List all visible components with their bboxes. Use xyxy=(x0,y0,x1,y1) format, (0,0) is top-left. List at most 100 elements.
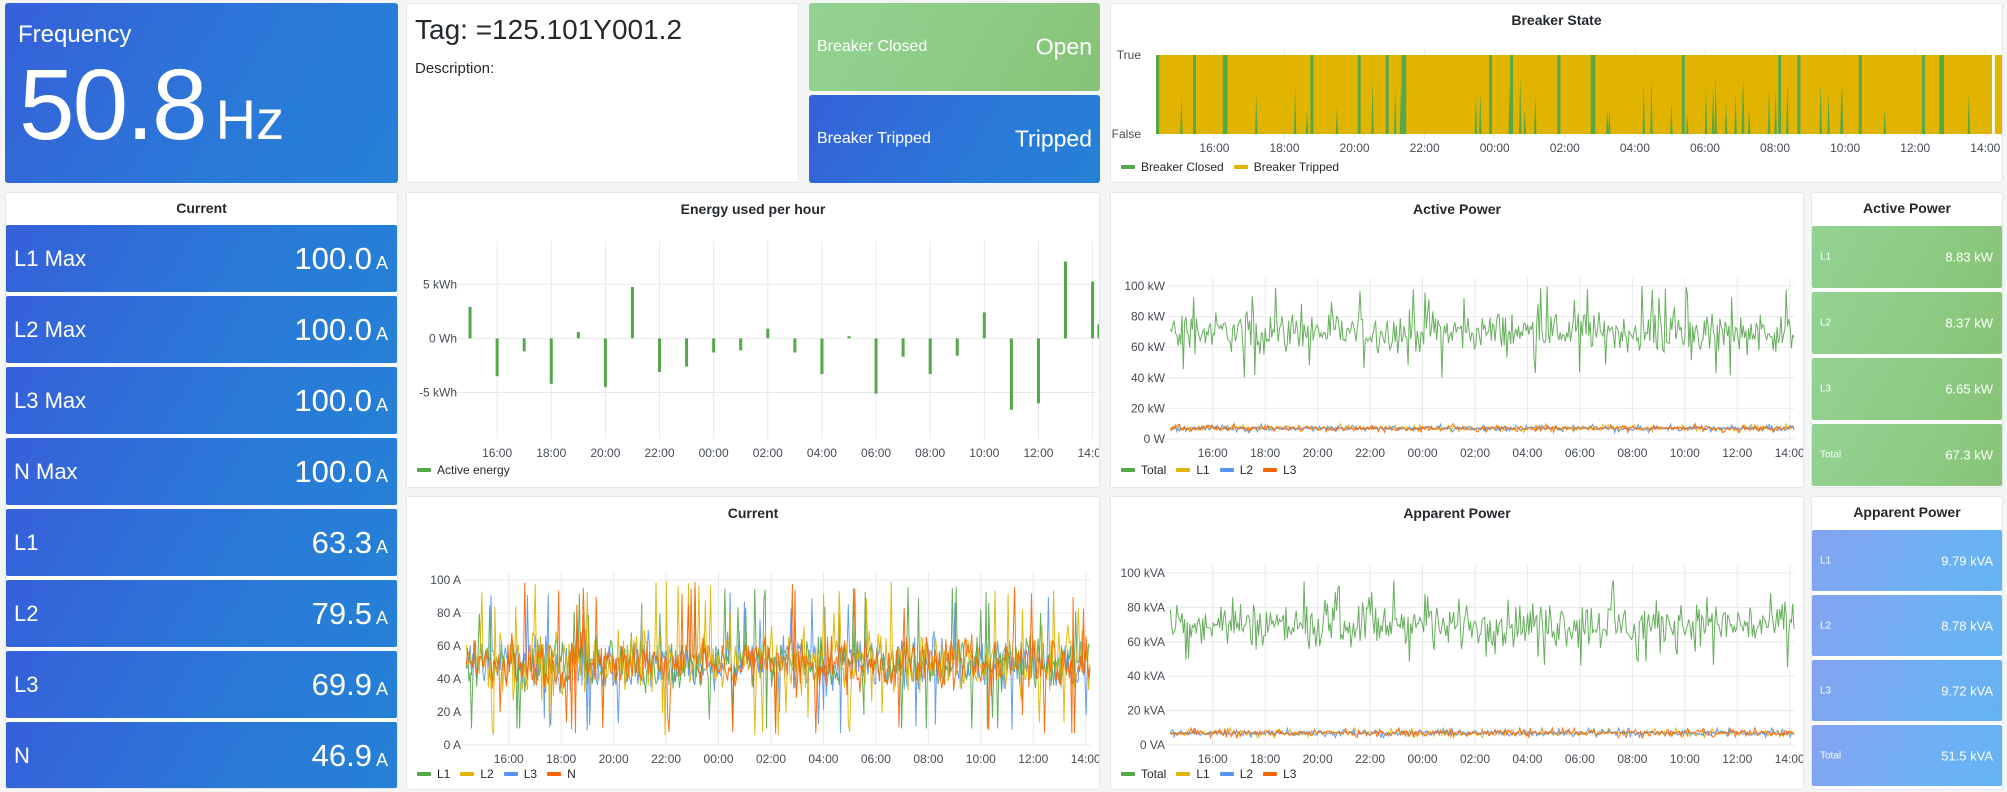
legend-item[interactable]: L1 xyxy=(1176,767,1210,781)
x-tick-label: 08:00 xyxy=(913,752,943,766)
energy-bar[interactable] xyxy=(495,338,499,377)
stat-l3[interactable]: L3 69.9 A xyxy=(6,651,397,718)
stat-l3[interactable]: L3 6.65 kW xyxy=(1812,358,2002,420)
x-tick-label: 06:00 xyxy=(861,752,891,766)
energy-bar[interactable] xyxy=(928,338,932,375)
x-tick-label: 16:00 xyxy=(1198,446,1228,460)
stat-n-max[interactable]: N Max 100.0 A xyxy=(6,438,397,505)
energy-bar[interactable] xyxy=(1064,261,1068,339)
energy-bar[interactable] xyxy=(468,307,472,339)
x-tick-label: 04:00 xyxy=(1512,752,1542,766)
stat-value: 63.3 A xyxy=(312,525,388,561)
series-line-total[interactable] xyxy=(1169,580,1795,668)
legend-item[interactable]: N xyxy=(547,767,576,781)
legend-item[interactable]: Total xyxy=(1121,767,1166,781)
energy-bar[interactable] xyxy=(685,338,689,367)
stat-unit: A xyxy=(375,749,388,770)
stat-number: 100.0 xyxy=(294,311,372,347)
energy-bar[interactable] xyxy=(874,338,878,394)
x-tick-label: 06:00 xyxy=(1565,752,1595,766)
stat-total[interactable]: Total 67.3 kW xyxy=(1812,424,2002,486)
apparent-power-chart[interactable]: 16:00 18:00 20:00 22:00 00:00 02:00 04:00 06:00… xyxy=(1111,497,1804,790)
legend-item[interactable]: L2 xyxy=(1219,463,1253,477)
stat-l2[interactable]: L2 8.78 kVA xyxy=(1812,595,2002,656)
breaker-tripped-stat[interactable]: Breaker Tripped Tripped xyxy=(809,95,1100,183)
breaker-state-panel[interactable]: Breaker State 16:00 18:00 20:00 22:00 00:00 0… xyxy=(1110,3,2003,183)
energy-bar[interactable] xyxy=(901,338,905,357)
stat-l1[interactable]: L1 63.3 A xyxy=(6,509,397,576)
energy-bar[interactable] xyxy=(739,338,743,351)
active-power-chart[interactable]: 16:00 18:00 20:00 22:00 00:00 02:00 04:00 06:00… xyxy=(1111,193,1804,488)
x-tick-label: 14:00 xyxy=(1970,141,2000,155)
series-line-total[interactable] xyxy=(1169,286,1795,378)
energy-bar[interactable] xyxy=(1097,324,1100,339)
x-tick-label: 02:00 xyxy=(753,446,783,460)
legend-item[interactable]: L3 xyxy=(1263,463,1296,477)
energy-bar[interactable] xyxy=(549,338,553,384)
breaker-tripped-area xyxy=(1800,55,1859,134)
legend-item[interactable]: Breaker Closed xyxy=(1121,160,1224,174)
series-line-l3[interactable] xyxy=(1169,422,1795,435)
breaker-closed-stat[interactable]: Breaker Closed Open xyxy=(809,3,1100,91)
energy-bar[interactable] xyxy=(955,338,959,356)
breaker-state-chart[interactable]: 16:00 18:00 20:00 22:00 00:00 02:00 04:00 06:00… xyxy=(1111,4,2003,183)
chart-legend: Total L1 L2 L3 xyxy=(1121,463,1296,477)
legend-item[interactable]: Total xyxy=(1121,463,1166,477)
stat-l3-max[interactable]: L3 Max 100.0 A xyxy=(6,367,397,434)
stat-unit: A xyxy=(375,465,388,486)
stat-number: 100.0 xyxy=(294,382,372,418)
energy-per-hour-panel[interactable]: Energy used per hour 16:00 18:00 20:00 22:0… xyxy=(406,192,1100,488)
stat-total[interactable]: Total 51.5 kVA xyxy=(1812,725,2002,786)
stat-l2[interactable]: L2 8.37 kW xyxy=(1812,292,2002,354)
legend-item[interactable]: Active energy xyxy=(417,463,510,477)
legend-item[interactable]: L3 xyxy=(1263,767,1296,781)
apparent-power-panel[interactable]: Apparent Power 16:00 18:00 20:00 22:00 00:00… xyxy=(1110,496,1804,790)
energy-bar[interactable] xyxy=(982,312,986,339)
energy-bar[interactable] xyxy=(522,338,526,352)
legend-item[interactable]: L3 xyxy=(503,767,537,781)
stat-l2-max[interactable]: L2 Max 100.0 A xyxy=(6,296,397,363)
current-chart-panel[interactable]: Current 16:00 18:00 20:00 22:00 00:00 02:00 04… xyxy=(406,496,1100,790)
energy-bar[interactable] xyxy=(847,336,851,339)
energy-bar[interactable] xyxy=(658,338,662,372)
energy-bar[interactable] xyxy=(1091,281,1095,339)
frequency-stat-panel[interactable]: Frequency 50.8 Hz xyxy=(5,3,398,183)
energy-bar[interactable] xyxy=(712,338,716,353)
legend-item[interactable]: L1 xyxy=(417,767,450,781)
x-tick-label: 14:00 xyxy=(1078,446,1100,460)
x-tick-label: 12:00 xyxy=(1722,752,1752,766)
frequency-label: Frequency xyxy=(18,21,132,48)
legend-item[interactable]: L1 xyxy=(1176,463,1210,477)
energy-bar[interactable] xyxy=(793,338,797,353)
legend-item[interactable]: L2 xyxy=(460,767,494,781)
energy-bar-chart[interactable]: 16:00 18:00 20:00 22:00 00:00 02:00 04:00 06:00… xyxy=(407,193,1100,488)
legend-item[interactable]: L2 xyxy=(1219,767,1253,781)
stat-l3[interactable]: L3 9.72 kVA xyxy=(1812,660,2002,721)
x-tick-label: 08:00 xyxy=(1617,752,1647,766)
energy-bar[interactable] xyxy=(766,328,770,339)
x-tick-label: 20:00 xyxy=(590,446,620,460)
stat-n[interactable]: N 46.9 A xyxy=(6,722,397,788)
stat-value: 8.37 kW xyxy=(1945,315,1993,331)
energy-bar[interactable] xyxy=(1009,338,1013,410)
stat-value: 9.79 kVA xyxy=(1941,553,1993,568)
energy-bar[interactable] xyxy=(630,286,634,339)
current-line-chart[interactable]: 16:00 18:00 20:00 22:00 00:00 02:00 04:00 06:00… xyxy=(407,497,1100,790)
stat-l1-max[interactable]: L1 Max 100.0 A xyxy=(6,225,397,292)
legend-item[interactable]: Breaker Tripped xyxy=(1233,160,1340,174)
stat-l1[interactable]: L1 9.79 kVA xyxy=(1812,530,2002,591)
active-power-panel[interactable]: Active Power 16:00 18:00 20:00 22:00 00:00 02… xyxy=(1110,192,1804,488)
legend-label: Breaker Tripped xyxy=(1253,160,1340,174)
energy-bar[interactable] xyxy=(603,338,607,388)
y-tick-label: 5 kWh xyxy=(423,277,457,291)
x-tick-label: 12:00 xyxy=(1900,141,1930,155)
legend-label: L1 xyxy=(437,767,451,781)
energy-bar[interactable] xyxy=(1036,338,1040,404)
x-tick-label: 22:00 xyxy=(645,446,675,460)
stat-l2[interactable]: L2 79.5 A xyxy=(6,580,397,647)
x-tick-label: 18:00 xyxy=(1269,141,1299,155)
energy-bar[interactable] xyxy=(576,331,580,339)
y-tick-label: False xyxy=(1112,127,1142,141)
energy-bar[interactable] xyxy=(820,338,824,375)
stat-l1[interactable]: L1 8.83 kW xyxy=(1812,226,2002,288)
